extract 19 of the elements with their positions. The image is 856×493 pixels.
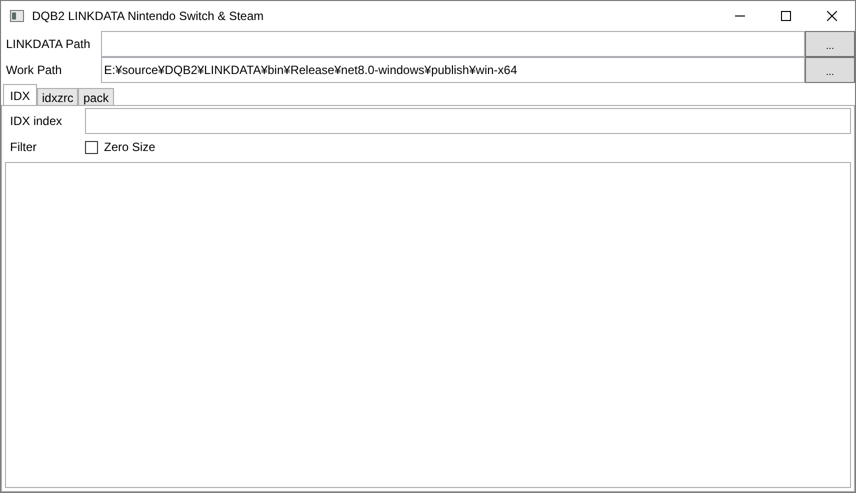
tab[interactable]: idxzrc (37, 88, 78, 106)
index-label: IDX index (9, 113, 64, 130)
close-icon[interactable] (827, 11, 837, 21)
path-label: LINKDATA Path (5, 36, 92, 53)
zero-size-checkbox[interactable] (85, 140, 98, 154)
tab[interactable]: IDX (3, 84, 38, 106)
zero-size-label: Zero Size (104, 139, 156, 156)
path-label: Work Path (5, 62, 63, 79)
window-title: DQB2 LINKDATA Nintendo Switch & Steam (32, 8, 264, 25)
browse-button[interactable]: ... (805, 57, 855, 83)
path-value: E:¥source¥DQB2¥LINKDATA¥bin¥Release¥net8.0-windows¥publish¥win-x64 (104, 62, 518, 79)
path-field[interactable]: E:¥source¥DQB2¥LINKDATA¥bin¥Release¥net8.0-windows¥publish¥win-x64 (101, 57, 805, 83)
path-field[interactable] (101, 31, 805, 57)
index-field[interactable] (85, 108, 851, 134)
filter-label: Filter (9, 139, 38, 156)
browse-button[interactable]: ... (805, 31, 855, 57)
app-icon (10, 10, 24, 22)
tab[interactable]: pack (78, 88, 114, 106)
maximize-icon[interactable] (781, 11, 791, 21)
